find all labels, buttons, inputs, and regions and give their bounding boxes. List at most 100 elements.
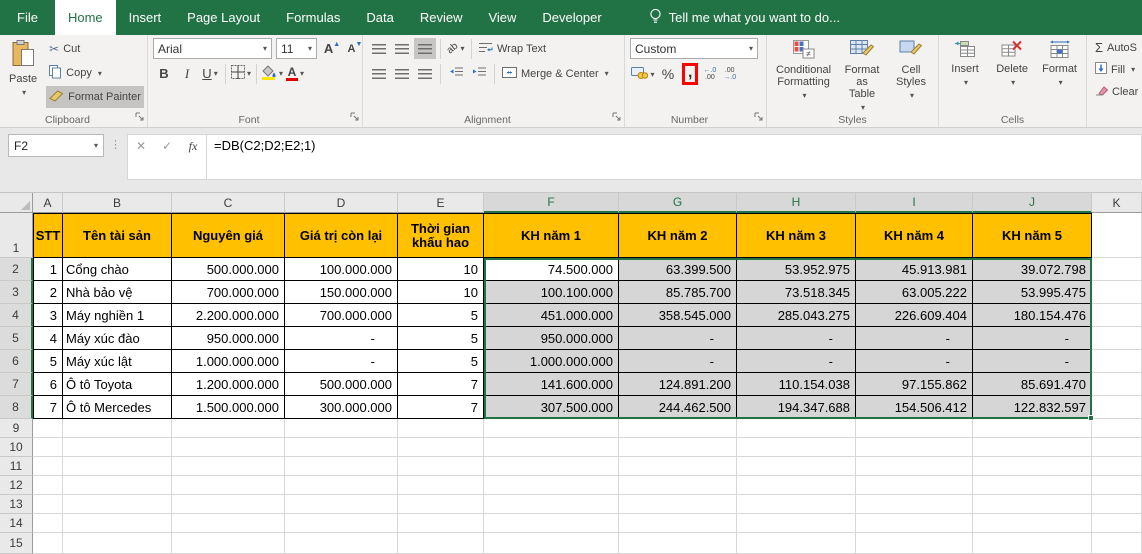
cell-G7[interactable]: 124.891.200 [619,373,737,396]
cell-A12[interactable] [33,476,63,495]
wrap-text-button[interactable]: Wrap Text [476,39,549,59]
cell-J15[interactable] [973,533,1092,554]
cell-H14[interactable] [737,514,856,533]
cell-E2[interactable]: 10 [398,258,484,281]
font-dialog-launcher-icon[interactable] [350,112,359,124]
font-size-select[interactable]: 11▾ [276,38,317,59]
tell-me-box[interactable]: Tell me what you want to do... [649,0,840,35]
increase-indent-button[interactable] [468,63,490,84]
cell-C14[interactable] [172,514,285,533]
cell-D5[interactable]: - [285,327,398,350]
row-header-2[interactable]: 2 [0,258,33,281]
cell-D9[interactable] [285,419,398,438]
cell-J13[interactable] [973,495,1092,514]
cell-D10[interactable] [285,438,398,457]
formula-input[interactable]: =DB(C2;D2;E2;1) [207,134,1142,180]
cell-G15[interactable] [619,533,737,554]
number-format-select[interactable]: Custom▾ [630,38,758,59]
cut-button[interactable]: ✂ Cut [46,38,144,60]
cell-D4[interactable]: 700.000.000 [285,304,398,327]
row-header-9[interactable]: 9 [0,419,33,438]
column-header-D[interactable]: D [285,193,398,213]
cell-B6[interactable]: Máy xúc lật [63,350,172,373]
cell-K4[interactable] [1092,304,1142,327]
cell-G10[interactable] [619,438,737,457]
cell-I7[interactable]: 97.155.862 [856,373,973,396]
cell-K11[interactable] [1092,457,1142,476]
cell-D12[interactable] [285,476,398,495]
cell-A11[interactable] [33,457,63,476]
cell-G5[interactable]: - [619,327,737,350]
cell-J8[interactable]: 122.832.597 [973,396,1092,419]
cell-K5[interactable] [1092,327,1142,350]
format-cells-button[interactable]: Format ▾ [1038,38,1081,111]
cell-J12[interactable] [973,476,1092,495]
cell-B13[interactable] [63,495,172,514]
cell-C10[interactable] [172,438,285,457]
format-as-table-button[interactable]: Format as Table ▾ [840,38,884,111]
cell-J6[interactable]: - [973,350,1092,373]
cell-C15[interactable] [172,533,285,554]
cell-A5[interactable]: 4 [33,327,63,350]
paste-dropdown-arrow[interactable]: ▾ [22,87,26,99]
cell-E1[interactable]: Thời gian khấu hao [398,213,484,258]
cell-H7[interactable]: 110.154.038 [737,373,856,396]
cell-E11[interactable] [398,457,484,476]
cancel-button[interactable]: ✕ [128,139,154,153]
row-header-11[interactable]: 11 [0,457,33,476]
cell-H13[interactable] [737,495,856,514]
cell-G4[interactable]: 358.545.000 [619,304,737,327]
cell-E9[interactable] [398,419,484,438]
cell-J14[interactable] [973,514,1092,533]
cell-K3[interactable] [1092,281,1142,304]
cell-C3[interactable]: 700.000.000 [172,281,285,304]
cell-D6[interactable]: - [285,350,398,373]
cell-C2[interactable]: 500.000.000 [172,258,285,281]
cell-A1[interactable]: STT [33,213,63,258]
column-header-G[interactable]: G [619,193,737,213]
cell-A4[interactable]: 3 [33,304,63,327]
row-header-13[interactable]: 13 [0,495,33,514]
cell-J7[interactable]: 85.691.470 [973,373,1092,396]
font-name-select[interactable]: Arial▾ [153,38,272,59]
orientation-button[interactable]: ab ▾ [445,38,467,59]
bottom-align-button[interactable] [414,38,436,59]
cell-H3[interactable]: 73.518.345 [737,281,856,304]
cell-K14[interactable] [1092,514,1142,533]
cell-B14[interactable] [63,514,172,533]
cell-H9[interactable] [737,419,856,438]
cell-E7[interactable]: 7 [398,373,484,396]
cell-B15[interactable] [63,533,172,554]
cell-I14[interactable] [856,514,973,533]
font-color-button[interactable]: A ▾ [284,63,306,84]
top-align-button[interactable] [368,38,390,59]
cell-I5[interactable]: - [856,327,973,350]
tab-review[interactable]: Review [407,0,476,35]
row-header-8[interactable]: 8 [0,396,33,419]
cell-K7[interactable] [1092,373,1142,396]
row-header-12[interactable]: 12 [0,476,33,495]
cell-I4[interactable]: 226.609.404 [856,304,973,327]
column-header-K[interactable]: K [1092,193,1142,213]
increase-decimal-button[interactable]: ←.0.00 [703,67,716,82]
increase-font-size-button[interactable]: A▲ [321,38,343,59]
cell-J4[interactable]: 180.154.476 [973,304,1092,327]
cell-E6[interactable]: 5 [398,350,484,373]
cell-F14[interactable] [484,514,619,533]
cell-G3[interactable]: 85.785.700 [619,281,737,304]
cell-D14[interactable] [285,514,398,533]
cell-K2[interactable] [1092,258,1142,281]
cell-B5[interactable]: Máy xúc đào [63,327,172,350]
cell-J1[interactable]: KH năm 5 [973,213,1092,258]
percent-style-button[interactable]: % [657,64,679,85]
delete-cells-button[interactable]: Delete ▾ [991,38,1033,111]
cell-G8[interactable]: 244.462.500 [619,396,737,419]
cell-J3[interactable]: 53.995.475 [973,281,1092,304]
cell-B10[interactable] [63,438,172,457]
cell-styles-button[interactable]: Cell Styles ▾ [889,38,933,111]
tab-file[interactable]: File [0,0,55,35]
cell-D3[interactable]: 150.000.000 [285,281,398,304]
cell-H10[interactable] [737,438,856,457]
cell-C11[interactable] [172,457,285,476]
underline-button[interactable]: U▾ [199,63,221,84]
